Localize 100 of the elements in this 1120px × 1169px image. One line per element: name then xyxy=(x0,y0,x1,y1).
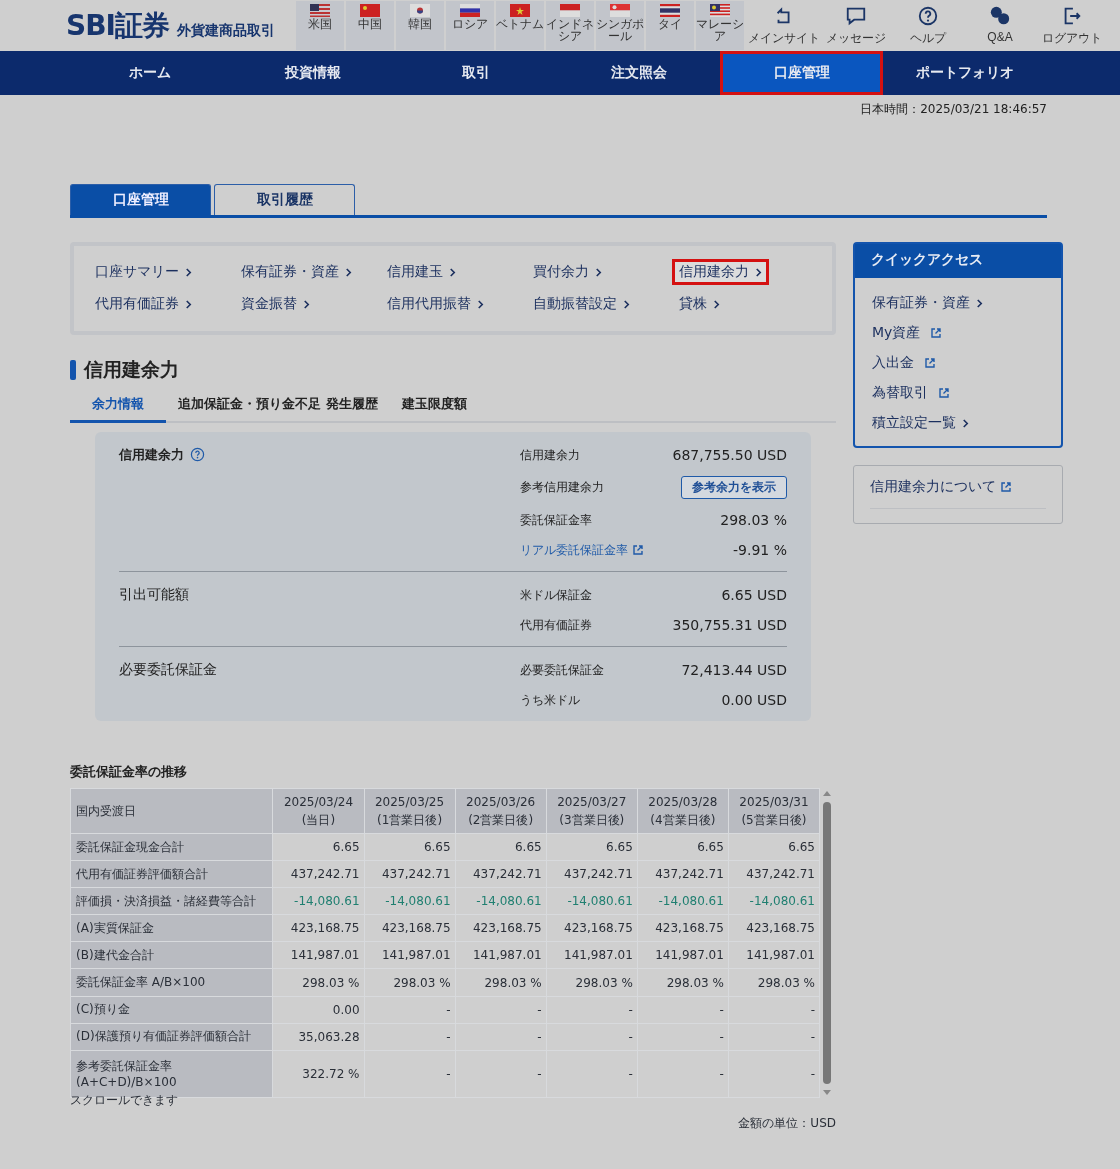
unit-note: 金額の単位：USD xyxy=(738,1115,836,1132)
chevron-icon xyxy=(477,298,484,310)
toolbar-button[interactable]: ログアウト xyxy=(1036,4,1108,47)
table-cell: 35,063.28 xyxy=(272,1023,364,1051)
quick-link[interactable]: 積立設定一覧 xyxy=(872,414,1044,432)
table-cell: -14,080.61 xyxy=(637,887,729,915)
table-cell: 298.03 % xyxy=(546,968,638,997)
nav-tab[interactable]: 注文照会 xyxy=(557,51,720,95)
chevron-icon xyxy=(976,297,983,309)
row-header: (D)保護預り有価証券評価額合計 xyxy=(70,1023,273,1051)
label-text: 米ドル保証金 xyxy=(520,586,592,604)
table-cell: - xyxy=(364,1023,456,1051)
table-cell: 423,168.75 xyxy=(455,914,547,942)
real-margin-link[interactable]: リアル委託保証金率 xyxy=(520,541,644,559)
help-icon xyxy=(917,4,939,27)
toolbar-button[interactable]: ヘルプ xyxy=(892,4,964,47)
table-cell: 437,242.71 xyxy=(637,860,729,888)
table-cell: - xyxy=(546,996,638,1024)
market-button[interactable]: 米国 xyxy=(296,1,344,50)
menu-link[interactable]: 買付余力 xyxy=(526,259,609,285)
nav-tab[interactable]: 口座管理 xyxy=(720,51,883,95)
nav-tab[interactable]: ポートフォリオ xyxy=(883,51,1046,95)
menu-link[interactable]: 自動振替設定 xyxy=(526,291,637,317)
panel-title: クイックアクセス xyxy=(871,251,983,267)
quick-link[interactable]: My資産 xyxy=(872,324,1044,342)
nav-tab[interactable]: 取引 xyxy=(394,51,557,95)
market-button[interactable]: ベトナム xyxy=(496,1,544,50)
toolbar-button[interactable]: メインサイト xyxy=(748,4,820,47)
table-cell: 423,168.75 xyxy=(637,914,729,942)
title-marker xyxy=(70,360,76,380)
table-cell: 437,242.71 xyxy=(546,860,638,888)
menu-link[interactable]: 保有証券・資産 xyxy=(234,259,359,285)
table-cell: - xyxy=(455,1050,547,1098)
clock-text: 日本時間：2025/03/21 18:46:57 xyxy=(860,101,1047,118)
menu-link[interactable]: 信用建余力 xyxy=(672,259,769,285)
table-cell: -14,080.61 xyxy=(546,887,638,915)
sub-tab[interactable]: 余力情報 xyxy=(70,391,166,423)
market-button[interactable]: 中国 xyxy=(346,1,394,50)
table-cell: 141,987.01 xyxy=(364,941,456,969)
quick-link[interactable]: 入出金 xyxy=(872,354,1044,372)
table-cell: 322.72 % xyxy=(272,1050,364,1098)
menu-link[interactable]: 信用建玉 xyxy=(380,259,463,285)
table-cell: 141,987.01 xyxy=(546,941,638,969)
table-cell: 141,987.01 xyxy=(272,941,364,969)
column-header: 2025/03/31 (5営業日後) xyxy=(728,788,820,834)
flag-icon xyxy=(560,4,580,17)
market-button[interactable]: タイ xyxy=(646,1,694,50)
table-cell: 423,168.75 xyxy=(272,914,364,942)
table-cell: -14,080.61 xyxy=(728,887,820,915)
table-cell: - xyxy=(637,1050,729,1098)
menu-link[interactable]: 資金振替 xyxy=(234,291,317,317)
quick-link[interactable]: 保有証券・資産 xyxy=(872,294,1044,312)
market-button[interactable]: ロシア xyxy=(446,1,494,50)
tab[interactable]: 取引履歴 xyxy=(214,184,355,215)
column-header: 2025/03/26 (2営業日後) xyxy=(455,788,547,834)
table-cell: - xyxy=(637,1023,729,1051)
sub-tab[interactable]: 追加保証金・預り金不足 発生履歴 xyxy=(166,391,390,423)
market-button[interactable]: インドネシア xyxy=(546,1,594,50)
table-cell: 437,242.71 xyxy=(455,860,547,888)
section-title: 引出可能額 xyxy=(119,586,189,604)
logo[interactable]: SBI証券 xyxy=(66,6,169,45)
table-cell: - xyxy=(455,1023,547,1051)
menu-link[interactable]: 代用有価証券 xyxy=(88,291,199,317)
market-button[interactable]: 韓国 xyxy=(396,1,444,50)
external-link-icon xyxy=(632,544,644,556)
label-text: 必要委託保証金 xyxy=(520,661,604,679)
flag-icon xyxy=(610,4,630,17)
menu-link[interactable]: 信用代用振替 xyxy=(380,291,491,317)
show-button[interactable]: 参考余力を表示 xyxy=(681,476,787,499)
about-link[interactable]: 信用建余力について xyxy=(870,478,1046,496)
table-cell: 437,242.71 xyxy=(272,860,364,888)
help-icon[interactable] xyxy=(190,447,205,462)
external-link-icon xyxy=(924,357,936,369)
menu-link[interactable]: 口座サマリー xyxy=(88,259,199,285)
nav-tab[interactable]: ホーム xyxy=(68,51,231,95)
tab[interactable]: 口座管理 xyxy=(70,184,211,215)
table-cell: - xyxy=(637,996,729,1024)
chevron-icon xyxy=(185,266,192,278)
column-header: 2025/03/25 (1営業日後) xyxy=(364,788,456,834)
table-cell: 423,168.75 xyxy=(728,914,820,942)
table-cell: 6.65 xyxy=(272,833,364,861)
page-title: 信用建余力 xyxy=(84,357,179,382)
quick-link[interactable]: 為替取引 xyxy=(872,384,1044,402)
market-button[interactable]: マレーシア xyxy=(696,1,744,50)
row-header: (C)預り金 xyxy=(70,996,273,1024)
flag-icon xyxy=(310,4,330,17)
sub-tab[interactable]: 建玉限度額 xyxy=(389,391,479,423)
table-cell: 298.03 % xyxy=(637,968,729,997)
chevron-icon xyxy=(755,266,762,278)
table-cell: - xyxy=(728,996,820,1024)
table-cell: 6.65 xyxy=(546,833,638,861)
flag-icon xyxy=(660,4,680,17)
market-button[interactable]: シンガポール xyxy=(596,1,644,50)
menu-link[interactable]: 貸株 xyxy=(672,291,727,317)
toolbar-button[interactable]: Q&A xyxy=(964,4,1036,47)
section-title: 信用建余力 xyxy=(119,446,184,464)
nav-tab[interactable]: 投資情報 xyxy=(231,51,394,95)
table-cell: 437,242.71 xyxy=(364,860,456,888)
toolbar-button[interactable]: メッセージ xyxy=(820,4,892,47)
chevron-icon xyxy=(449,266,456,278)
